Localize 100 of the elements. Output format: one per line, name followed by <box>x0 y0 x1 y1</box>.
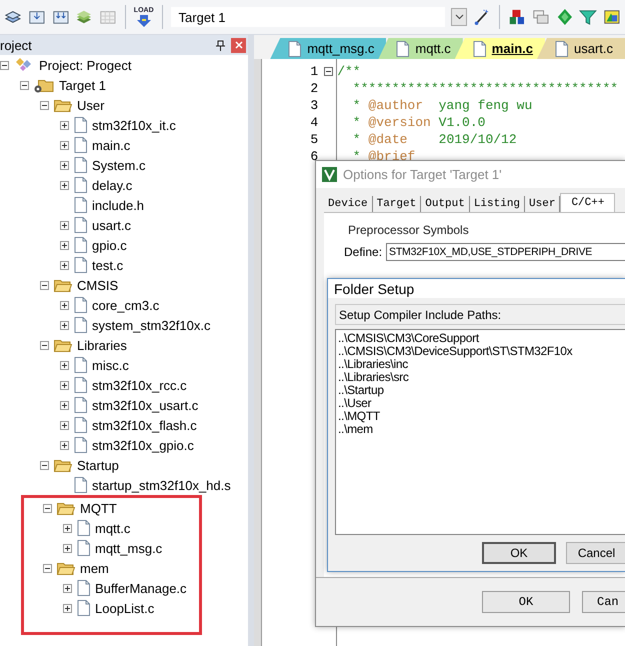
expand-box[interactable] <box>63 544 72 552</box>
expand-box[interactable] <box>60 380 69 390</box>
tree-item[interactable]: mqtt_msg.c <box>95 540 162 556</box>
tree-item[interactable]: Project: Progect <box>39 58 132 72</box>
dialog-title: Folder Setup <box>334 280 414 296</box>
diamond-icon[interactable] <box>556 7 574 27</box>
tree-item[interactable]: Libraries <box>77 338 127 352</box>
collapse-box[interactable] <box>40 460 49 470</box>
tree-item[interactable]: delay.c <box>92 178 132 192</box>
tree-item[interactable]: core_cm3.c <box>92 298 160 312</box>
code-line: * @author yang feng wu <box>352 97 534 114</box>
folder-icon <box>54 98 72 112</box>
path-item[interactable]: ..\mem <box>338 423 624 436</box>
tree-item[interactable]: test.c <box>92 258 124 272</box>
file-icon <box>74 117 87 133</box>
file-icon <box>74 177 87 193</box>
file-icon <box>74 377 87 393</box>
file-icon <box>472 40 486 56</box>
tree-item[interactable]: misc.c <box>92 358 129 372</box>
tree-item[interactable]: stm32f10x_it.c <box>92 118 176 132</box>
file-tab[interactable]: usart.c <box>536 38 625 59</box>
file-icon <box>74 317 87 333</box>
tree-item[interactable]: Target 1 <box>59 78 106 92</box>
line-number: 5 <box>309 131 320 148</box>
collapse-box[interactable] <box>40 340 49 350</box>
expand-box[interactable] <box>60 400 69 410</box>
path-item[interactable]: ..\Libraries\inc <box>338 358 624 371</box>
path-item[interactable]: ..\User <box>338 397 624 410</box>
code-line: * @date 2019/10/12 <box>352 131 518 148</box>
path-item[interactable]: ..\Startup <box>338 384 624 397</box>
expand-box[interactable] <box>60 180 69 190</box>
path-item[interactable]: ..\CMSIS\CM3\CoreSupport <box>338 332 624 345</box>
file-tab[interactable]: mqtt_msg.c <box>270 38 386 59</box>
group-title: Preprocessor Symbols <box>347 223 470 237</box>
expand-box[interactable] <box>60 320 69 330</box>
tree-item[interactable]: LoopList.c <box>95 600 154 616</box>
tree-item[interactable]: include.h <box>92 198 144 212</box>
expand-box[interactable] <box>63 604 72 612</box>
tree-item[interactable]: User <box>77 98 104 112</box>
tree-item[interactable]: gpio.c <box>92 238 127 252</box>
file-tab[interactable]: mqtt.c <box>378 38 463 59</box>
path-item[interactable]: ..\CMSIS\CM3\DeviceSupport\ST\STM32F10x <box>338 345 624 358</box>
tree-item[interactable]: main.c <box>92 138 130 152</box>
expand-box[interactable] <box>60 420 69 430</box>
blocks-icon[interactable] <box>508 7 526 27</box>
file-icon <box>74 437 87 453</box>
tree-item[interactable]: Startup <box>77 458 119 472</box>
folder-icon <box>54 278 72 292</box>
tree-item[interactable]: CMSIS <box>77 278 118 292</box>
dialog-tab[interactable]: C/C++ <box>560 193 616 212</box>
pin-icon[interactable] <box>216 40 226 50</box>
panel-title: roject <box>0 38 33 52</box>
file-icon <box>74 397 87 413</box>
file-icon <box>74 197 87 213</box>
dialog-button[interactable]: Cancel <box>566 542 625 564</box>
tree-item[interactable]: stm32f10x_flash.c <box>92 418 197 432</box>
file-tab[interactable]: main.c <box>454 38 545 59</box>
collapse-box[interactable] <box>20 80 29 90</box>
tree-item[interactable]: MQTT <box>80 500 117 516</box>
collapse-box[interactable] <box>0 60 9 70</box>
app-icon <box>322 167 337 182</box>
collapse-box[interactable] <box>40 280 49 290</box>
expand-box[interactable] <box>60 240 69 250</box>
dropdown-button[interactable] <box>451 8 468 26</box>
expand-box[interactable] <box>63 524 72 532</box>
define-field[interactable]: STM32F10X_MD,USE_STDPERIPH_DRIVE <box>386 243 625 261</box>
target-select[interactable]: Target 1 <box>170 7 446 27</box>
expand-box[interactable] <box>60 440 69 450</box>
file-icon <box>554 40 568 56</box>
path-item[interactable]: ..\Libraries\src <box>338 371 624 384</box>
tree-item[interactable]: system_stm32f10x.c <box>92 318 210 332</box>
collapse-box[interactable] <box>43 504 52 512</box>
fold-box[interactable] <box>324 67 334 76</box>
expand-box[interactable] <box>60 260 69 270</box>
tree-item[interactable]: BufferManage.c <box>95 580 187 596</box>
collapse-box[interactable] <box>43 564 52 572</box>
expand-box[interactable] <box>63 584 72 592</box>
tree-item[interactable]: mqtt.c <box>95 520 130 536</box>
expand-box[interactable] <box>60 220 69 230</box>
tree-item[interactable]: stm32f10x_gpio.c <box>92 438 194 452</box>
close-button[interactable] <box>231 38 246 52</box>
path-item[interactable]: ..\MQTT <box>338 410 624 423</box>
tree-item[interactable]: stm32f10x_usart.c <box>92 398 198 412</box>
dialog-button[interactable]: OK <box>482 591 570 613</box>
expand-box[interactable] <box>60 360 69 370</box>
expand-box[interactable] <box>60 160 69 170</box>
tree-item[interactable]: usart.c <box>92 218 132 232</box>
tree-item[interactable]: System.c <box>92 158 146 172</box>
tree-item[interactable]: stm32f10x_rcc.c <box>92 378 187 392</box>
expand-box[interactable] <box>60 300 69 310</box>
expand-box[interactable] <box>60 120 69 130</box>
file-icon <box>74 417 87 433</box>
collapse-box[interactable] <box>40 100 49 110</box>
tree-item[interactable]: mem <box>80 560 109 576</box>
dialog-button[interactable]: OK <box>482 542 556 564</box>
tree-item[interactable]: startup_stm32f10x_hd.s <box>92 478 231 492</box>
expand-box[interactable] <box>60 140 69 150</box>
code-line: ********************************** <box>352 80 618 97</box>
dialog-button[interactable]: Can <box>582 591 625 613</box>
file-icon <box>396 40 410 56</box>
